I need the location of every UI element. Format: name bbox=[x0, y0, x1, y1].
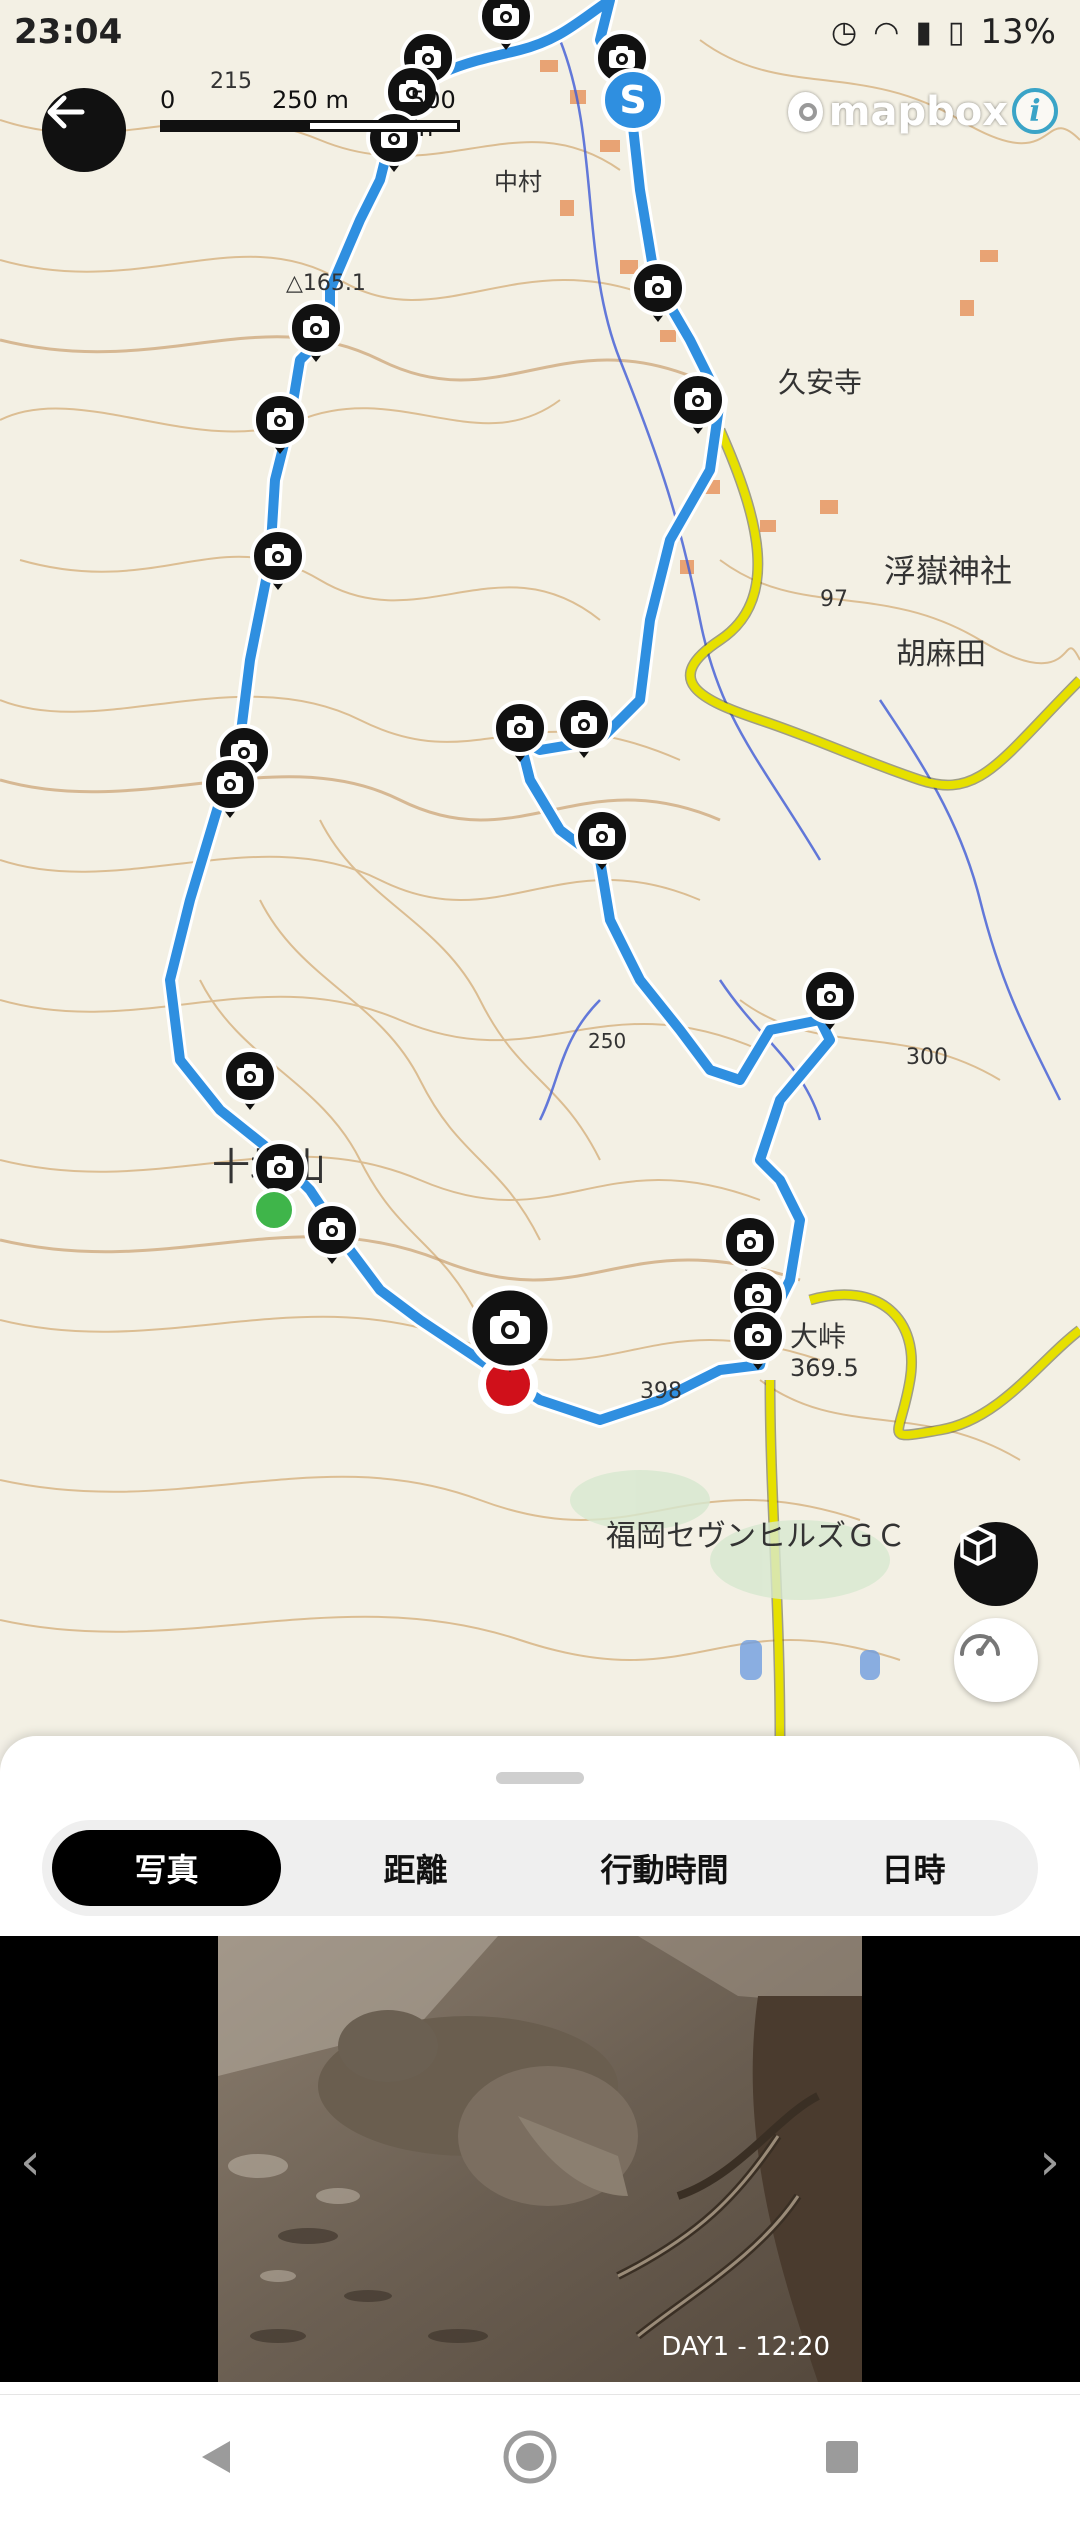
alarm-icon: ◷ bbox=[831, 14, 858, 50]
speedometer-icon bbox=[960, 1634, 1000, 1656]
signal-icon: ▮ bbox=[915, 14, 932, 50]
3d-view-button[interactable] bbox=[954, 1522, 1038, 1606]
goal-marker[interactable] bbox=[252, 1188, 296, 1232]
place-label: 中村 bbox=[494, 168, 542, 196]
place-label: 398 bbox=[640, 1379, 682, 1404]
selected-camera-pin[interactable] bbox=[467, 1285, 553, 1372]
camera-pin[interactable] bbox=[722, 1214, 778, 1276]
sheet-handle[interactable] bbox=[496, 1772, 584, 1784]
place-label: 300 bbox=[906, 1045, 948, 1070]
place-label: 浮嶽神社 bbox=[884, 552, 1012, 590]
place-label: 大峠 bbox=[790, 1320, 846, 1353]
tab-distance[interactable]: 距離 bbox=[301, 1830, 530, 1906]
tab-photos[interactable]: 写真 bbox=[52, 1830, 281, 1906]
start-marker[interactable]: S bbox=[601, 68, 665, 132]
scale-label: 250 m bbox=[272, 86, 349, 114]
camera-pin[interactable] bbox=[222, 1048, 278, 1110]
prev-photo-button[interactable]: ‹ bbox=[20, 2132, 41, 2192]
wifi-icon: ◠ bbox=[873, 14, 900, 50]
place-label: △165.1 bbox=[286, 271, 366, 296]
battery-percent: 13% bbox=[980, 12, 1056, 52]
back-button[interactable] bbox=[42, 88, 126, 172]
nav-recents-button[interactable] bbox=[812, 2427, 872, 2487]
place-label: 久安寺 bbox=[778, 366, 862, 399]
trail-photo[interactable]: DAY1 - 12:20 bbox=[218, 1936, 862, 2382]
photo-caption: DAY1 - 12:20 bbox=[661, 2332, 830, 2362]
photo-carousel[interactable]: ‹ DAY1 - 12:20 › bbox=[0, 1936, 1080, 2382]
nav-home-button[interactable] bbox=[500, 2427, 560, 2487]
tab-datetime[interactable]: 日時 bbox=[799, 1830, 1028, 1906]
nav-back-button[interactable] bbox=[186, 2427, 246, 2487]
svg-text:S: S bbox=[619, 78, 646, 122]
place-label: 胡麻田 bbox=[896, 637, 986, 672]
circle-home-icon bbox=[503, 2430, 557, 2484]
mapbox-logo-icon bbox=[788, 92, 823, 132]
map-view[interactable]: 久安寺 浮嶽神社 胡麻田 中村 福岡セヴンヒルズＧＣ 十坊山 大峠 369.5 … bbox=[0, 0, 1080, 1740]
camera-pin[interactable] bbox=[574, 808, 630, 870]
next-photo-button[interactable]: › bbox=[1039, 2132, 1060, 2192]
battery-icon: ▯ bbox=[947, 14, 965, 50]
camera-pin[interactable] bbox=[252, 392, 308, 454]
cube-icon bbox=[960, 1526, 996, 1566]
place-label: 369.5 bbox=[790, 1354, 859, 1382]
speed-button[interactable] bbox=[954, 1618, 1038, 1702]
sort-segmented-control: 写真 距離 行動時間 日時 bbox=[42, 1820, 1038, 1916]
info-button[interactable]: i bbox=[1012, 88, 1058, 134]
place-label: 250 bbox=[588, 1029, 626, 1053]
system-navigation-bar bbox=[0, 2394, 1080, 2521]
square-recents-icon bbox=[826, 2441, 858, 2473]
photo-image bbox=[218, 1936, 862, 2382]
mapbox-logo: mapbox bbox=[788, 84, 1008, 140]
place-label: 福岡セヴンヒルズＧＣ bbox=[606, 1519, 906, 1554]
status-bar: 23:04 ◷ ◠ ▮ ▯ 13% bbox=[0, 0, 1080, 64]
map-scale: 0 250 m 500 m bbox=[160, 86, 470, 142]
place-label: 97 bbox=[820, 587, 848, 612]
clock: 23:04 bbox=[14, 12, 123, 52]
tab-activity-time[interactable]: 行動時間 bbox=[550, 1830, 779, 1906]
topographic-map: 久安寺 浮嶽神社 胡麻田 中村 福岡セヴンヒルズＧＣ 十坊山 大峠 369.5 … bbox=[0, 0, 1080, 1740]
scale-label: 0 bbox=[160, 86, 176, 114]
scale-label: 500 m bbox=[410, 86, 456, 142]
triangle-back-icon bbox=[202, 2441, 230, 2473]
arrow-left-icon bbox=[47, 95, 85, 129]
